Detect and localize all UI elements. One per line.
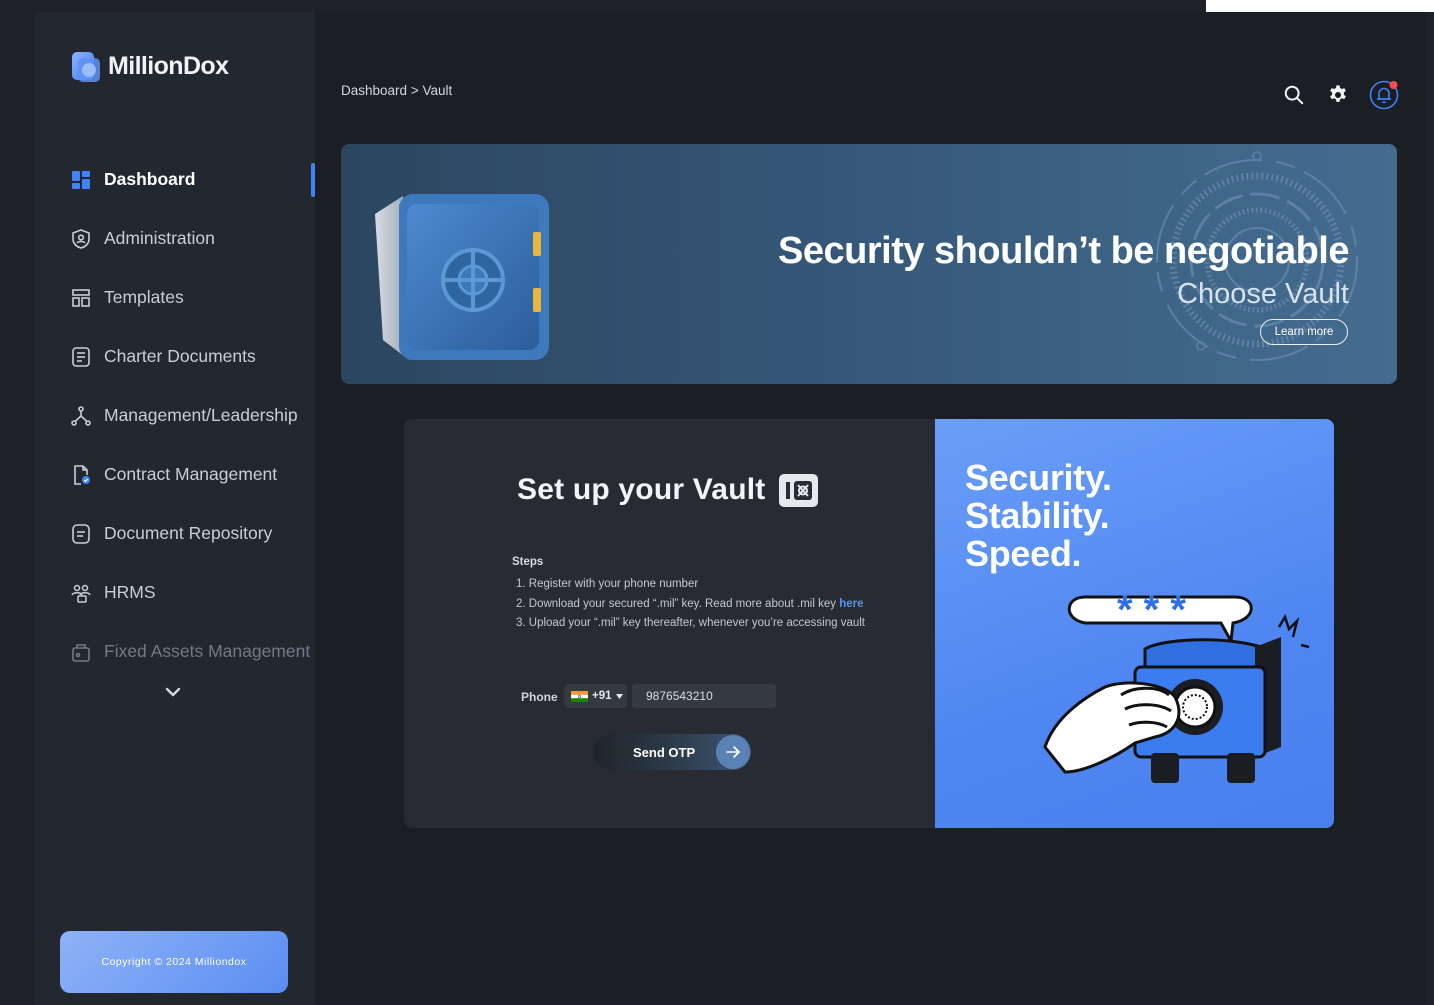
- caret-down-icon: [615, 693, 623, 699]
- breadcrumb-root[interactable]: Dashboard: [341, 83, 407, 98]
- sidebar-nav: Dashboard Administration Templates Chart…: [35, 150, 315, 681]
- sidebar: MillionDox Dashboard Administration Temp…: [35, 12, 315, 1005]
- window-edge: [1206, 0, 1434, 12]
- tagline-line: Security.: [965, 457, 1112, 498]
- banner-subtitle: Choose Vault: [1177, 278, 1349, 310]
- svg-text:* * *: * * *: [1117, 588, 1186, 632]
- breadcrumb-separator: >: [410, 83, 419, 98]
- phone-label: Phone: [521, 690, 558, 704]
- repository-icon: [70, 523, 92, 545]
- sidebar-item-contract-management[interactable]: Contract Management: [35, 445, 315, 504]
- logo-mark-icon: [72, 52, 100, 82]
- dashboard-icon: [70, 169, 92, 191]
- sidebar-item-charter-documents[interactable]: Charter Documents: [35, 327, 315, 386]
- copyright-box: Copyright © 2024 Milliondox: [60, 931, 288, 993]
- sidebar-item-hrms[interactable]: HRMS: [35, 563, 315, 622]
- learn-more-button[interactable]: Learn more: [1260, 319, 1348, 345]
- sidebar-item-label: Management/Leadership: [104, 405, 298, 425]
- chevron-down-icon[interactable]: [163, 682, 183, 702]
- sidebar-item-label: Fixed Assets Management: [104, 641, 311, 661]
- asset-icon: [70, 641, 92, 663]
- steps-list: 1. Register with your phone number 2. Do…: [516, 575, 865, 634]
- setup-title-text: Set up your Vault: [517, 473, 766, 506]
- app-name: MillionDox: [108, 51, 229, 80]
- bell-icon[interactable]: [1369, 80, 1399, 110]
- sidebar-item-label: Administration: [104, 228, 215, 248]
- country-code-value: +91: [592, 690, 612, 702]
- document-list-icon: [70, 346, 92, 368]
- promo-tagline: Security. Stability. Speed.: [965, 459, 1112, 573]
- send-otp-button[interactable]: Send OTP: [593, 734, 751, 770]
- setup-title: Set up your Vault: [517, 473, 819, 507]
- contract-check-icon: [70, 464, 92, 486]
- app-window: MillionDox Dashboard Administration Temp…: [35, 12, 1427, 1005]
- step-item: 1. Register with your phone number: [516, 578, 699, 590]
- sidebar-item-label: Contract Management: [104, 464, 278, 484]
- search-icon[interactable]: [1281, 82, 1307, 108]
- sidebar-item-management-leadership[interactable]: Management/Leadership: [35, 386, 315, 445]
- sidebar-item-templates[interactable]: Templates: [35, 268, 315, 327]
- sidebar-item-fixed-assets[interactable]: Fixed Assets Management: [35, 622, 315, 681]
- vault-promo-panel: Security. Stability. Speed. * * *: [935, 419, 1334, 828]
- send-otp-label: Send OTP: [633, 745, 696, 760]
- vault-setup-card: Set up your Vault Steps 1. Register with…: [404, 419, 1334, 828]
- sidebar-item-label: HRMS: [104, 582, 156, 602]
- vault-setup-form: Set up your Vault Steps 1. Register with…: [404, 419, 935, 828]
- country-code-select[interactable]: +91: [564, 684, 627, 708]
- sidebar-item-document-repository[interactable]: Document Repository: [35, 504, 315, 563]
- sidebar-item-label: Charter Documents: [104, 346, 256, 366]
- sidebar-item-dashboard[interactable]: Dashboard: [35, 150, 315, 209]
- app-logo[interactable]: MillionDox: [70, 48, 229, 84]
- header-actions: [1281, 80, 1399, 110]
- sidebar-item-label: Templates: [104, 287, 184, 307]
- hand-opening-safe-illustration: * * *: [1043, 588, 1310, 783]
- banner-title: Security shouldn’t be negotiable: [778, 230, 1349, 272]
- steps-heading: Steps: [512, 556, 544, 568]
- vault-icon: [779, 473, 819, 507]
- step-item: 3. Upload your “.mil” key thereafter, wh…: [516, 617, 865, 629]
- breadcrumb: Dashboard > Vault: [341, 83, 452, 98]
- hierarchy-icon: [70, 405, 92, 427]
- sidebar-item-label: Document Repository: [104, 523, 273, 543]
- india-flag-icon: [571, 690, 588, 702]
- phone-number-input[interactable]: [632, 684, 776, 708]
- people-icon: [70, 582, 92, 604]
- breadcrumb-current: Vault: [422, 83, 453, 98]
- promo-banner: Security shouldn’t be negotiable Choose …: [341, 144, 1397, 384]
- sidebar-item-label: Dashboard: [104, 169, 196, 189]
- safe-illustration: [375, 194, 549, 360]
- gear-icon[interactable]: [1325, 82, 1351, 108]
- tagline-line: Stability.: [965, 495, 1110, 536]
- sidebar-item-administration[interactable]: Administration: [35, 209, 315, 268]
- shield-user-icon: [70, 228, 92, 250]
- mil-key-info-link[interactable]: here: [839, 598, 863, 610]
- arrow-right-icon: [716, 735, 750, 769]
- copyright-text: Copyright © 2024 Milliondox: [101, 956, 247, 968]
- step-item: 2. Download your secured “.mil” key. Rea…: [516, 597, 864, 610]
- template-icon: [70, 287, 92, 309]
